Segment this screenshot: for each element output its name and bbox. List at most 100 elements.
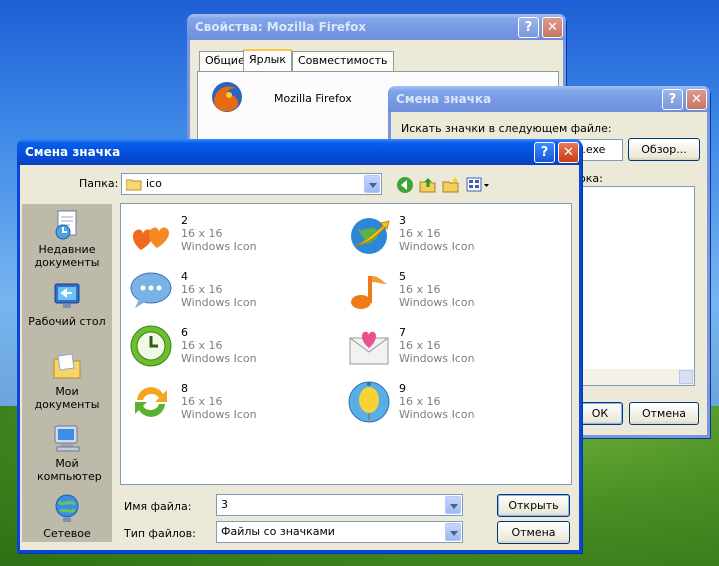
- filename-input[interactable]: 3: [216, 494, 463, 516]
- file-size: 16 x 16: [181, 227, 223, 240]
- close-button[interactable]: ✕: [542, 17, 563, 38]
- file-name: 7: [399, 326, 406, 339]
- globe-arrow-icon: [351, 218, 390, 254]
- file-type: Windows Icon: [399, 296, 475, 309]
- file-size: 16 x 16: [399, 339, 441, 352]
- balloon-icon: [348, 381, 390, 423]
- folder-combo[interactable]: ico: [121, 173, 382, 195]
- network-icon: [55, 494, 79, 522]
- desktop-icon: [54, 283, 80, 308]
- place-label: Рабочий стол: [28, 315, 106, 328]
- new-folder-icon[interactable]: [442, 176, 460, 194]
- icon-list-box[interactable]: [571, 186, 695, 386]
- chevron-down-icon[interactable]: [445, 523, 461, 541]
- recent-documents-icon: [55, 210, 77, 240]
- file-name: 4: [181, 270, 188, 283]
- help-button[interactable]: ?: [534, 142, 555, 163]
- file-type: Windows Icon: [181, 240, 257, 253]
- place-recent[interactable]: Недавние документы: [22, 208, 112, 269]
- search-label: Искать значки в следующем файле:: [401, 122, 612, 135]
- list-item[interactable]: 2 16 x 16 Windows Icon: [121, 204, 331, 256]
- file-name: 6: [181, 326, 188, 339]
- my-computer-icon: [54, 425, 80, 452]
- clock-icon: [130, 325, 172, 367]
- icon-list-label: ока:: [579, 172, 603, 185]
- view-menu-icon[interactable]: [466, 176, 490, 194]
- file-name: 2: [181, 214, 188, 227]
- refresh-arrows-icon: [135, 387, 167, 417]
- chevron-down-icon[interactable]: [364, 175, 380, 193]
- file-list[interactable]: 2 16 x 16 Windows Icon 3 16 x 16 Windows…: [120, 203, 572, 485]
- file-type: Windows Icon: [399, 240, 475, 253]
- chevron-down-icon[interactable]: [445, 496, 461, 514]
- place-my-computer[interactable]: Мой компьютер: [22, 422, 112, 483]
- properties-titlebar[interactable]: Свойства: Mozilla Firefox ? ✕: [187, 14, 566, 40]
- firefox-icon: [212, 82, 242, 112]
- list-item[interactable]: 4 16 x 16 Windows Icon: [121, 260, 331, 312]
- up-folder-icon[interactable]: [419, 176, 437, 194]
- folder-icon: [126, 179, 142, 191]
- place-label: Мои документы: [34, 385, 100, 411]
- tab-shortcut[interactable]: Ярлык: [243, 49, 292, 71]
- file-type: Windows Icon: [181, 352, 257, 365]
- list-item[interactable]: 5 16 x 16 Windows Icon: [339, 260, 549, 312]
- horizontal-scrollbar[interactable]: [572, 369, 694, 385]
- filetype-label: Тип файлов:: [124, 527, 196, 540]
- place-label: Сетевое: [43, 527, 91, 540]
- list-item[interactable]: 3 16 x 16 Windows Icon: [339, 204, 549, 256]
- hearts-icon: [132, 227, 169, 250]
- place-label: Недавние документы: [34, 243, 100, 269]
- file-type: Windows Icon: [181, 408, 257, 421]
- list-item[interactable]: 8 16 x 16 Windows Icon: [121, 372, 331, 424]
- cancel-button[interactable]: Отмена: [629, 402, 699, 425]
- file-size: 16 x 16: [181, 339, 223, 352]
- love-letter-icon: [349, 331, 389, 365]
- ok-button[interactable]: ОК: [577, 402, 623, 425]
- file-name: 3: [399, 214, 406, 227]
- place-my-documents[interactable]: Мои документы: [22, 350, 112, 411]
- help-button[interactable]: ?: [662, 89, 683, 110]
- tab-strip: Общие Ярлык Совместимость: [197, 49, 557, 73]
- list-item[interactable]: 9 16 x 16 Windows Icon: [339, 372, 549, 424]
- chat-bubble-icon: [130, 272, 172, 308]
- file-type: Windows Icon: [399, 352, 475, 365]
- file-type: Windows Icon: [399, 408, 475, 421]
- my-documents-icon: [53, 353, 81, 379]
- change-icon-back-titlebar[interactable]: Смена значка ? ✕: [388, 86, 710, 112]
- filename-value: 3: [221, 498, 228, 511]
- place-desktop[interactable]: Рабочий стол: [22, 280, 112, 328]
- music-note-icon: [351, 276, 387, 309]
- file-name: 8: [181, 382, 188, 395]
- dialog-title: Смена значка: [25, 145, 121, 159]
- file-name: 5: [399, 270, 406, 283]
- place-network[interactable]: Сетевое: [22, 492, 112, 540]
- file-size: 16 x 16: [399, 227, 441, 240]
- folder-label: Папка:: [79, 177, 119, 190]
- close-button[interactable]: ✕: [686, 89, 707, 110]
- dialog-titlebar[interactable]: Смена значка ? ✕: [17, 139, 582, 165]
- open-button[interactable]: Открыть: [497, 494, 570, 517]
- back-icon[interactable]: [396, 176, 414, 194]
- places-bar: Недавние документы Рабочий стол Мои доку…: [22, 204, 112, 542]
- place-label: Мой компьютер: [37, 457, 102, 483]
- filename-label: Имя файла:: [124, 500, 192, 513]
- help-button[interactable]: ?: [518, 17, 539, 38]
- change-icon-back-title: Смена значка: [396, 92, 492, 106]
- app-name: Mozilla Firefox: [274, 92, 352, 105]
- file-size: 16 x 16: [181, 395, 223, 408]
- file-size: 16 x 16: [181, 283, 223, 296]
- browse-button[interactable]: Обзор...: [628, 138, 700, 161]
- filetype-value: Файлы со значками: [221, 525, 335, 538]
- filetype-select[interactable]: Файлы со значками: [216, 521, 463, 543]
- list-item[interactable]: 7 16 x 16 Windows Icon: [339, 316, 549, 368]
- file-size: 16 x 16: [399, 395, 441, 408]
- file-name: 9: [399, 382, 406, 395]
- properties-title: Свойства: Mozilla Firefox: [195, 20, 367, 34]
- file-type: Windows Icon: [181, 296, 257, 309]
- file-size: 16 x 16: [399, 283, 441, 296]
- close-button[interactable]: ✕: [558, 142, 579, 163]
- cancel-button[interactable]: Отмена: [497, 521, 570, 544]
- list-item[interactable]: 6 16 x 16 Windows Icon: [121, 316, 331, 368]
- tab-compatibility[interactable]: Совместимость: [292, 51, 394, 71]
- folder-value: ico: [146, 177, 162, 190]
